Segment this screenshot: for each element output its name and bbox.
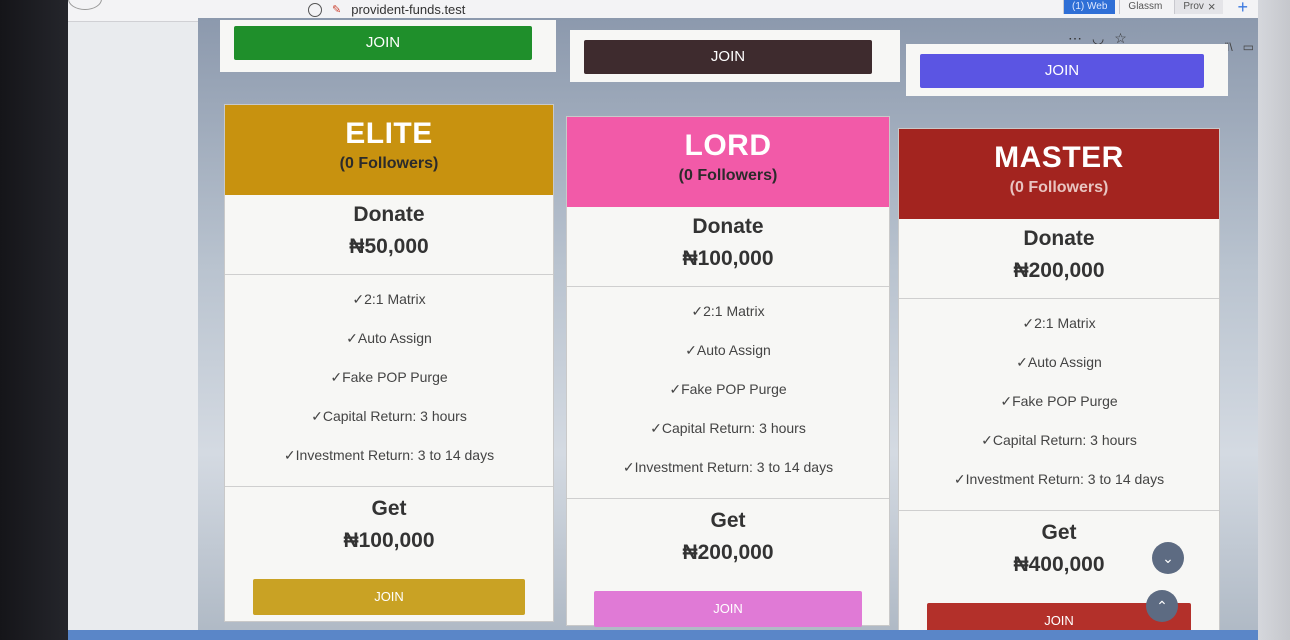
url-bar[interactable]: ✎ provident-funds.test [308,2,465,17]
plan-name: ELITE [345,117,433,150]
feature-item: ✓Fake POP Purge [669,381,787,397]
donate-section: Donate ₦100,000 [567,207,889,287]
taskbar [68,630,1258,640]
feature-item: ✓2:1 Matrix [691,303,765,319]
get-section: Get ₦200,000 [567,499,889,591]
donate-section: Donate ₦200,000 [899,219,1219,299]
plan-name: MASTER [994,141,1124,174]
back-button[interactable] [68,0,102,10]
feature-item: ✓Capital Return: 3 hours [981,432,1137,448]
plan-header: ELITE (0 Followers) [225,105,553,195]
join-button-lord[interactable]: JOIN [594,591,862,627]
features-list: ✓2:1 Matrix ✓Auto Assign ✓Fake POP Purge… [899,299,1219,511]
right-toolbar-icons: ‖\ ▭ [1224,40,1254,54]
feature-item: ✓Fake POP Purge [330,369,448,385]
tab-strip: (1) Web Glassm Prov × + [1063,0,1258,16]
feature-item: ✓Auto Assign [1016,354,1102,370]
tab-web[interactable]: (1) Web [1063,0,1116,14]
donate-label: Donate [692,215,764,238]
feature-item: ✓2:1 Matrix [352,291,426,307]
get-section: Get ₦100,000 [225,487,553,579]
feature-item: ✓2:1 Matrix [1022,315,1096,331]
top-join-button-3[interactable]: JOIN [920,54,1204,88]
donate-amount: ₦200,000 [1013,259,1105,282]
donate-label: Donate [353,203,425,226]
tab-label: Glassm [1128,1,1163,12]
close-icon[interactable]: × [1208,0,1216,14]
shield-icon [308,2,322,17]
tab-glassm[interactable]: Glassm [1119,0,1170,14]
feature-item: ✓Capital Return: 3 hours [311,408,467,424]
tab-prov[interactable]: Prov × [1174,0,1224,14]
feature-item: ✓Capital Return: 3 hours [650,420,806,436]
plan-header: LORD (0 Followers) [567,117,889,207]
screen: ✎ provident-funds.test (1) Web Glassm Pr… [68,0,1258,640]
plan-followers: (0 Followers) [1009,179,1109,196]
features-list: ✓2:1 Matrix ✓Auto Assign ✓Fake POP Purge… [567,287,889,499]
plan-name: LORD [684,129,772,162]
feature-item: ✓Investment Return: 3 to 14 days [622,459,834,475]
feature-item: ✓Investment Return: 3 to 14 days [953,471,1165,487]
monitor-bezel-left [0,0,70,640]
tab-label: Prov [1183,1,1204,12]
scroll-up-button[interactable]: ⌃ [1146,590,1178,622]
tab-label: (1) Web [1072,1,1108,12]
features-list: ✓2:1 Matrix ✓Auto Assign ✓Fake POP Purge… [225,275,553,487]
scroll-down-button[interactable]: ⌄ [1152,542,1184,574]
plan-followers: (0 Followers) [678,167,778,184]
top-join-button-1[interactable]: JOIN [234,26,532,60]
get-amount: ₦200,000 [682,541,774,564]
feature-item: ✓Fake POP Purge [1000,393,1118,409]
plan-followers: (0 Followers) [339,155,439,172]
join-button-elite[interactable]: JOIN [253,579,525,615]
get-label: Get [371,497,407,520]
donate-amount: ₦50,000 [349,235,429,258]
donate-label: Donate [1023,227,1095,250]
donate-amount: ₦100,000 [682,247,774,270]
feature-item: ✓Auto Assign [685,342,771,358]
plan-card-lord: LORD (0 Followers) Donate ₦100,000 ✓2:1 … [566,116,890,627]
plan-header: MASTER (0 Followers) [899,129,1219,219]
feature-item: ✓Investment Return: 3 to 14 days [283,447,495,463]
feature-item: ✓Auto Assign [346,330,432,346]
donate-section: Donate ₦50,000 [225,195,553,275]
url-text[interactable]: provident-funds.test [351,2,465,17]
insecure-lock-icon: ✎ [332,4,342,16]
get-amount: ₦100,000 [343,529,435,552]
new-tab-button[interactable]: + [1227,0,1258,16]
get-label: Get [710,509,746,532]
plan-card-elite: ELITE (0 Followers) Donate ₦50,000 ✓2:1 … [224,104,554,622]
top-join-button-2[interactable]: JOIN [584,40,872,74]
sidebar-icon[interactable]: ▭ [1243,40,1254,54]
